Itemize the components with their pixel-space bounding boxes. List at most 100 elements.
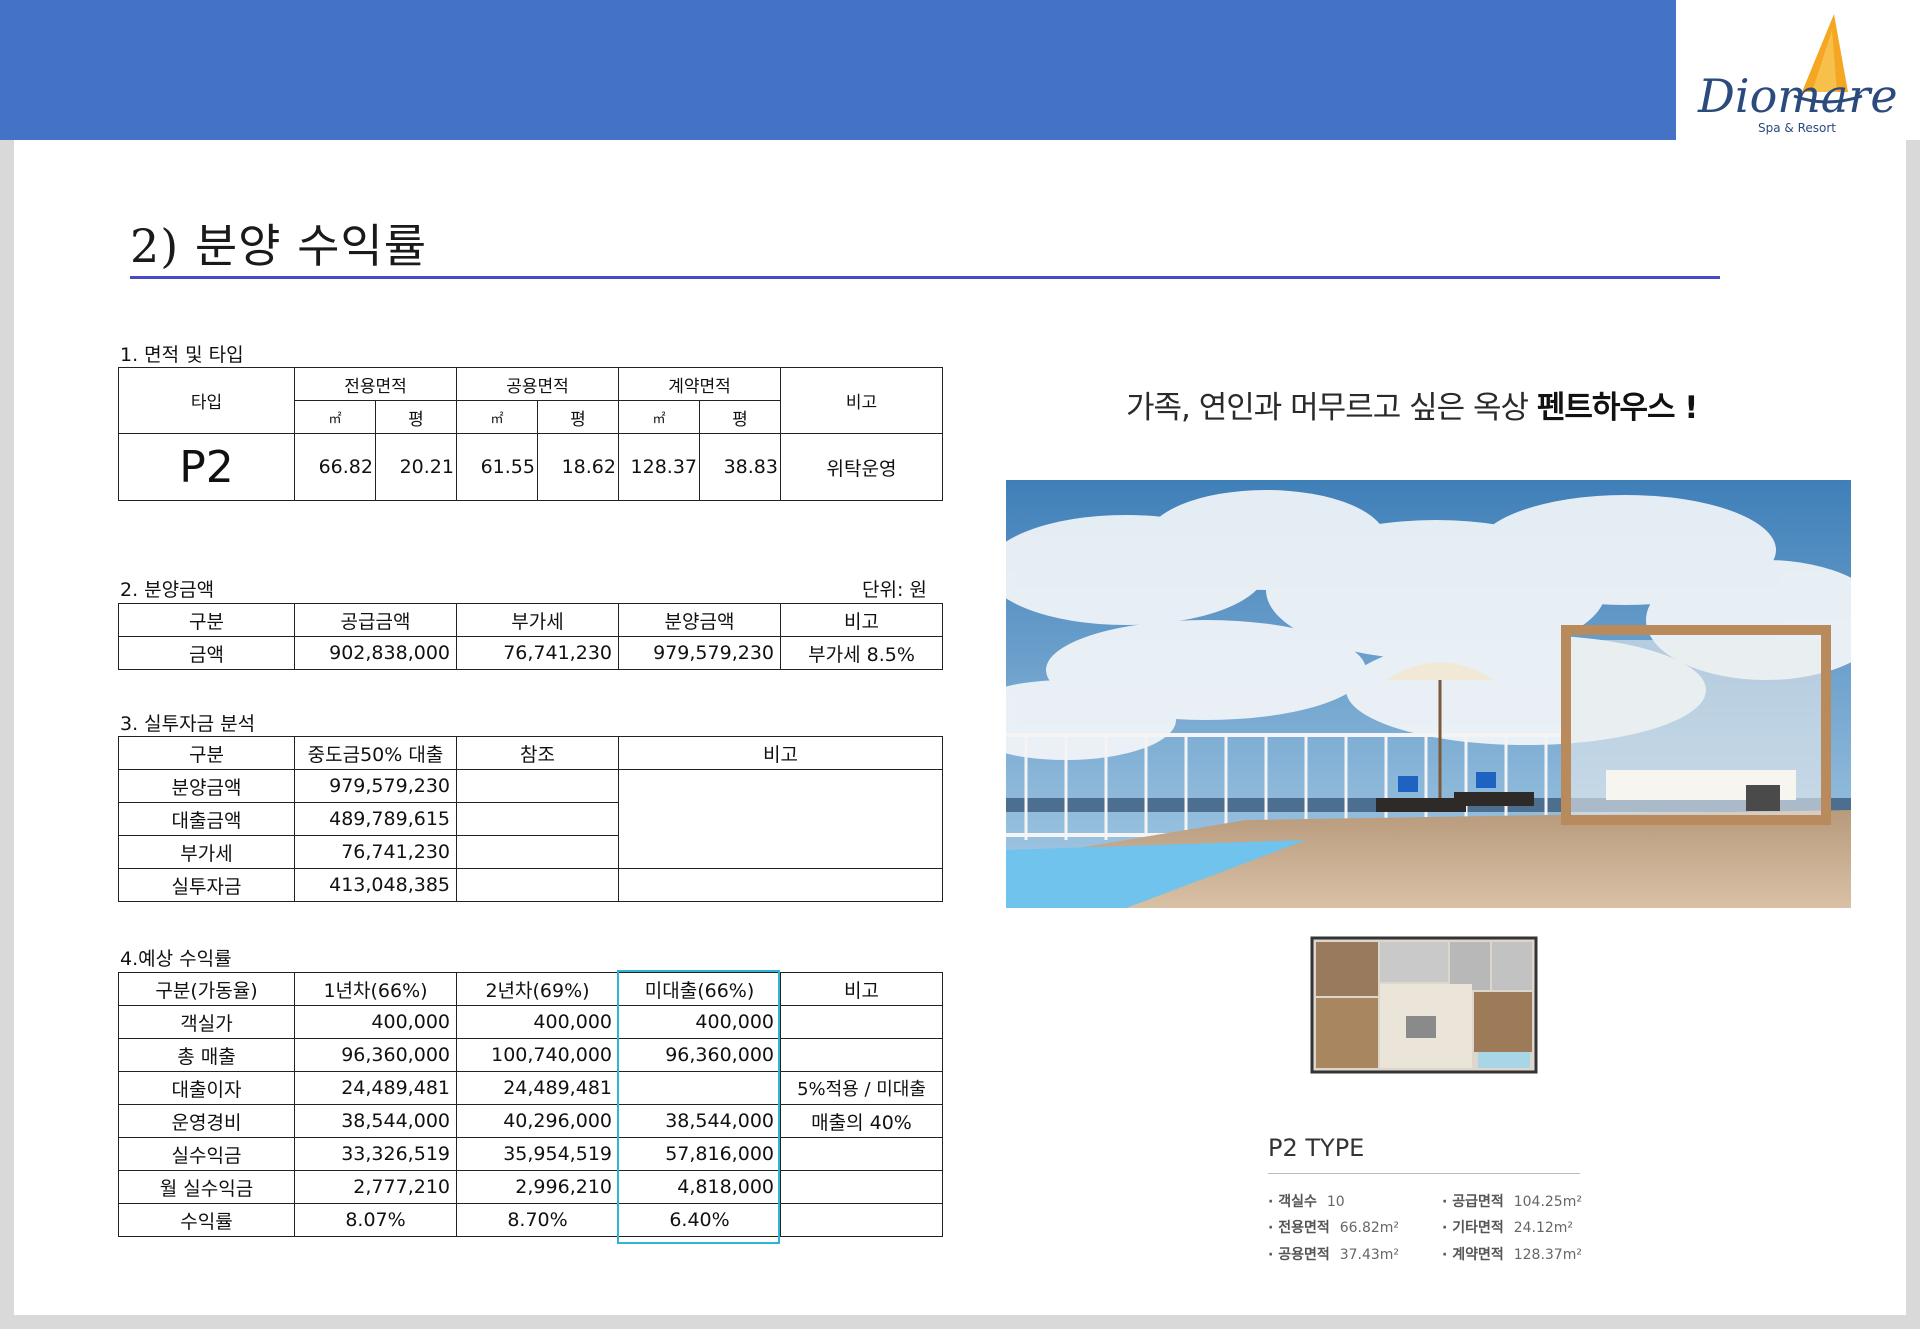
area-exclusive-pyeong: 20.21 bbox=[375, 433, 457, 501]
area-unit-sqm: ㎡ bbox=[294, 400, 376, 434]
rooftop-penthouse-photo bbox=[1006, 480, 1851, 908]
ptype-title: P2 TYPE bbox=[1268, 1134, 1365, 1162]
area-header-note: 비고 bbox=[780, 367, 943, 434]
ptype-spec-value: 128.37m² bbox=[1513, 1247, 1582, 1263]
returns-cell: 8.07% bbox=[294, 1203, 457, 1237]
ptype-spec-key: · 공용면적 bbox=[1268, 1247, 1330, 1263]
price-header: 구분 bbox=[118, 603, 295, 637]
ptype-spec: · 공용면적 37.43m² bbox=[1268, 1244, 1399, 1264]
logo-wordmark: Diomare bbox=[1697, 69, 1898, 123]
price-header: 분양금액 bbox=[618, 603, 781, 637]
promo-headline-bold: 펜트하우스 ! bbox=[1536, 390, 1699, 426]
page-title: 2) 분양 수익률 bbox=[130, 219, 428, 273]
invest-cell bbox=[456, 868, 619, 902]
ptype-spec-key: · 기타면적 bbox=[1442, 1220, 1504, 1236]
table-row: 월 실수익금 2,777,210 2,996,210 4,818,000 bbox=[118, 1170, 943, 1204]
area-unit-pyeong: 평 bbox=[375, 400, 457, 434]
area-unit-pyeong: 평 bbox=[537, 400, 619, 434]
table-row: 실투자금 413,048,385 bbox=[118, 868, 943, 902]
returns-cell: 400,000 bbox=[456, 1005, 619, 1039]
price-cell: 76,741,230 bbox=[456, 636, 619, 670]
invest-header: 중도금50% 대출 bbox=[294, 736, 457, 770]
returns-cell: 400,000 bbox=[294, 1005, 457, 1039]
area-contract-pyeong: 38.83 bbox=[699, 433, 781, 501]
price-header: 부가세 bbox=[456, 603, 619, 637]
area-section-label: 1. 면적 및 타입 bbox=[120, 344, 244, 366]
invest-cell: 분양금액 bbox=[118, 769, 295, 803]
invest-cell bbox=[456, 769, 619, 803]
returns-cell: 2,777,210 bbox=[294, 1170, 457, 1204]
table-row: 대출이자 24,489,481 24,489,481 5%적용 / 미대출 bbox=[118, 1071, 943, 1105]
brand-logo: Diomare Spa & Resort bbox=[1676, 0, 1920, 140]
returns-cell: 33,326,519 bbox=[294, 1137, 457, 1171]
returns-header: 1년차(66%) bbox=[294, 972, 457, 1006]
invest-cell bbox=[456, 835, 619, 869]
invest-section-label: 3. 실투자금 분석 bbox=[120, 713, 256, 735]
invest-cell: 76,741,230 bbox=[294, 835, 457, 869]
returns-cell: 24,489,481 bbox=[456, 1071, 619, 1105]
returns-cell: 24,489,481 bbox=[294, 1071, 457, 1105]
invest-cell: 대출금액 bbox=[118, 802, 295, 836]
returns-header: 비고 bbox=[780, 972, 943, 1006]
invest-header: 참조 bbox=[456, 736, 619, 770]
returns-cell: 96,360,000 bbox=[294, 1038, 457, 1072]
ptype-divider bbox=[1268, 1173, 1580, 1174]
returns-cell: 운영경비 bbox=[118, 1104, 295, 1138]
returns-cell: 수익률 bbox=[118, 1203, 295, 1237]
ptype-spec-value: 24.12m² bbox=[1513, 1220, 1574, 1236]
area-unit-sqm: ㎡ bbox=[618, 400, 700, 434]
area-table: 타입 전용면적 공용면적 계약면적 비고 ㎡ 평 ㎡ 평 ㎡ 평 P2 66.8… bbox=[118, 367, 943, 501]
price-section-label: 2. 분양금액 bbox=[120, 579, 215, 601]
returns-cell bbox=[780, 1038, 943, 1072]
returns-cell: 2,996,210 bbox=[456, 1170, 619, 1204]
price-table: 구분 공급금액 부가세 분양금액 비고 금액 902,838,000 76,74… bbox=[118, 603, 943, 670]
table-row: 수익률 8.07% 8.70% 6.40% bbox=[118, 1203, 943, 1237]
ptype-spec: · 전용면적 66.82m² bbox=[1268, 1217, 1399, 1237]
ptype-spec: · 계약면적 128.37m² bbox=[1442, 1244, 1582, 1264]
returns-cell: 57,816,000 bbox=[618, 1137, 781, 1171]
price-unit-label: 단위: 원 bbox=[862, 579, 927, 601]
returns-cell: 35,954,519 bbox=[456, 1137, 619, 1171]
returns-cell: 실수익금 bbox=[118, 1137, 295, 1171]
returns-cell: 4,818,000 bbox=[618, 1170, 781, 1204]
returns-cell: 400,000 bbox=[618, 1005, 781, 1039]
table-row: 분양금액 979,579,230 bbox=[118, 769, 943, 869]
ptype-spec-key: · 객실수 bbox=[1268, 1194, 1317, 1210]
ptype-spec-key: · 전용면적 bbox=[1268, 1220, 1330, 1236]
invest-header: 구분 bbox=[118, 736, 295, 770]
ptype-spec-key: · 계약면적 bbox=[1442, 1247, 1504, 1263]
returns-cell: 8.70% bbox=[456, 1203, 619, 1237]
returns-cell: 대출이자 bbox=[118, 1071, 295, 1105]
price-header: 공급금액 bbox=[294, 603, 457, 637]
area-exclusive-sqm: 66.82 bbox=[294, 433, 376, 501]
returns-cell bbox=[780, 1137, 943, 1171]
returns-cell: 총 매출 bbox=[118, 1038, 295, 1072]
invest-cell bbox=[456, 802, 619, 836]
returns-header: 미대출(66%) bbox=[618, 972, 781, 1006]
returns-cell bbox=[780, 1203, 943, 1237]
slide: Diomare Spa & Resort 2) 분양 수익률 1. 면적 및 타… bbox=[0, 0, 1920, 1329]
area-type-value: P2 bbox=[118, 433, 295, 501]
returns-header: 2년차(69%) bbox=[456, 972, 619, 1006]
floor-plan-image bbox=[1310, 936, 1538, 1074]
invest-cell: 실투자금 bbox=[118, 868, 295, 902]
sailboat-logo-icon: Diomare Spa & Resort bbox=[1697, 14, 1898, 135]
invest-header: 비고 bbox=[618, 736, 943, 770]
returns-cell bbox=[780, 1005, 943, 1039]
area-common-sqm: 61.55 bbox=[456, 433, 538, 501]
invest-cell: 489,789,615 bbox=[294, 802, 457, 836]
returns-cell: 객실가 bbox=[118, 1005, 295, 1039]
returns-cell: 38,544,000 bbox=[618, 1104, 781, 1138]
invest-note-cell bbox=[618, 868, 943, 902]
returns-cell: 6.40% bbox=[618, 1203, 781, 1237]
table-row: 운영경비 38,544,000 40,296,000 38,544,000 매출… bbox=[118, 1104, 943, 1138]
promo-headline-text: 가족, 연인과 머무르고 싶은 옥상 bbox=[1126, 390, 1537, 426]
area-header-contract: 계약면적 bbox=[618, 367, 781, 401]
ptype-spec-value: 10 bbox=[1326, 1194, 1345, 1210]
returns-cell bbox=[618, 1071, 781, 1105]
invest-table: 구분 중도금50% 대출 참조 비고 분양금액 979,579,230 대출금액… bbox=[118, 736, 943, 902]
returns-cell bbox=[780, 1170, 943, 1204]
price-cell: 902,838,000 bbox=[294, 636, 457, 670]
returns-cell: 월 실수익금 bbox=[118, 1170, 295, 1204]
area-unit-sqm: ㎡ bbox=[456, 400, 538, 434]
